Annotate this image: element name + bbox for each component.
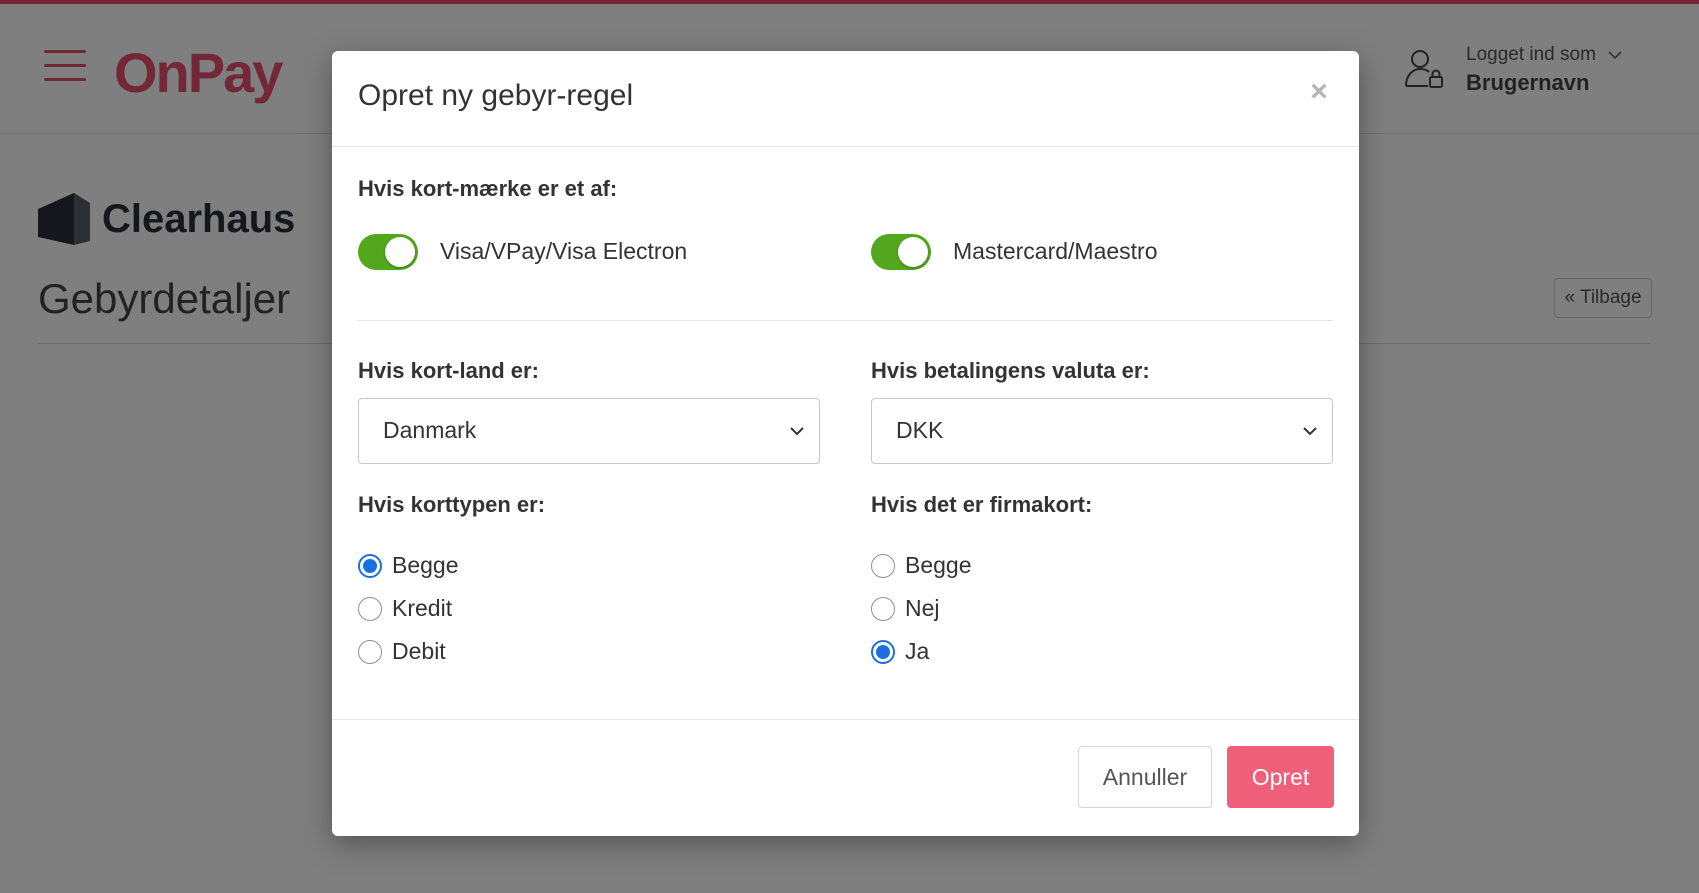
corporate-option-label: Begge xyxy=(905,552,972,578)
corporate-option-label: Ja xyxy=(905,638,930,664)
section-divider xyxy=(358,320,1333,321)
currency-select[interactable]: DKK xyxy=(871,398,1333,464)
card-type-option-label: Begge xyxy=(392,552,459,578)
corporate-radio-ja[interactable] xyxy=(871,640,895,664)
card-type-radio-debit[interactable] xyxy=(358,640,382,664)
mastercard-toggle-label: Mastercard/Maestro xyxy=(953,238,1158,264)
card-type-option-label: Debit xyxy=(392,638,446,664)
modal-footer: Annuller Opret xyxy=(332,719,1359,836)
modal-title: Opret ny gebyr-regel xyxy=(358,79,634,112)
chevron-down-icon xyxy=(1303,427,1317,436)
card-type-radio-kredit[interactable] xyxy=(358,597,382,621)
card-type-radio-begge[interactable] xyxy=(358,554,382,578)
card-country-select[interactable]: Danmark xyxy=(358,398,820,464)
cancel-button[interactable]: Annuller xyxy=(1078,746,1212,808)
card-brand-label: Hvis kort-mærke er et af: xyxy=(358,176,618,201)
create-fee-rule-modal: Opret ny gebyr-regel × Hvis kort-mærke e… xyxy=(332,51,1359,836)
corporate-radio-nej[interactable] xyxy=(871,597,895,621)
corporate-option-label: Nej xyxy=(905,595,940,621)
chevron-down-icon xyxy=(790,427,804,436)
currency-value: DKK xyxy=(896,417,944,443)
visa-toggle[interactable] xyxy=(358,234,418,270)
mastercard-toggle[interactable] xyxy=(871,234,931,270)
close-icon[interactable]: × xyxy=(1304,75,1334,109)
card-country-value: Danmark xyxy=(383,417,477,443)
create-button[interactable]: Opret xyxy=(1227,746,1334,808)
card-type-label: Hvis korttypen er: xyxy=(358,492,546,517)
modal-header: Opret ny gebyr-regel × xyxy=(332,51,1359,147)
corporate-radio-begge[interactable] xyxy=(871,554,895,578)
visa-toggle-label: Visa/VPay/Visa Electron xyxy=(440,238,688,264)
corporate-card-label: Hvis det er firmakort: xyxy=(871,492,1093,517)
card-type-option-label: Kredit xyxy=(392,595,453,621)
currency-label: Hvis betalingens valuta er: xyxy=(871,358,1150,383)
card-country-label: Hvis kort-land er: xyxy=(358,358,539,383)
